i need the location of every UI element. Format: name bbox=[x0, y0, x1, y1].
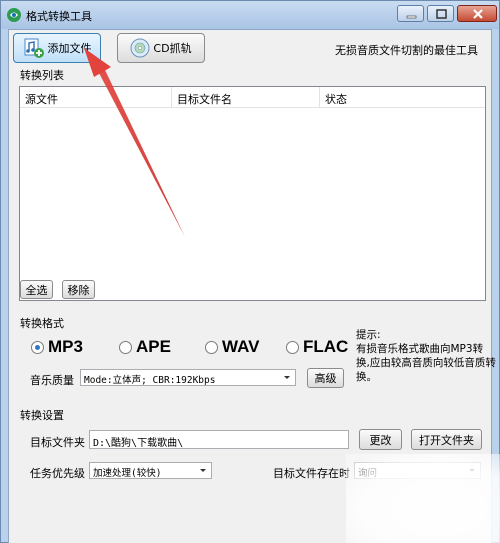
dropdown-arrow-icon bbox=[284, 376, 290, 379]
add-music-icon bbox=[24, 38, 44, 58]
select-all-label: 全选 bbox=[25, 283, 48, 297]
target-folder-label: 目标文件夹 bbox=[30, 436, 85, 449]
maximize-icon bbox=[436, 9, 447, 19]
quality-label: 音乐质量 bbox=[30, 374, 74, 387]
close-icon bbox=[473, 9, 483, 19]
radio-ape[interactable] bbox=[119, 341, 132, 354]
maximize-button[interactable] bbox=[427, 5, 454, 22]
format-section-label: 转换格式 bbox=[20, 317, 64, 330]
conversion-list-label: 转换列表 bbox=[20, 69, 64, 82]
advanced-label: 高级 bbox=[314, 372, 337, 385]
hint-box: 提示: 有损音乐格式歌曲向MP3转换,应由较高音质向较低音质转换。 bbox=[356, 328, 496, 384]
watermark-blur bbox=[346, 454, 500, 543]
quality-value: Mode:立体声; CBR:192Kbps bbox=[84, 375, 216, 386]
app-window: 格式转换工具 添加文件 CD抓轨 无损音质文件切割的最佳工具 转换列表 源文件 … bbox=[0, 0, 500, 543]
column-header-status[interactable]: 状态 bbox=[320, 87, 485, 108]
column-header-target[interactable]: 目标文件名 bbox=[172, 87, 320, 108]
radio-flac[interactable] bbox=[286, 341, 299, 354]
cd-rip-button[interactable]: CD抓轨 bbox=[117, 33, 205, 63]
change-button[interactable]: 更改 bbox=[359, 429, 402, 450]
radio-mp3[interactable] bbox=[31, 341, 44, 354]
file-exists-label: 目标文件存在时 bbox=[273, 467, 350, 480]
conversion-list[interactable]: 源文件 目标文件名 状态 bbox=[19, 86, 486, 301]
priority-value: 加速处理(较快) bbox=[93, 468, 162, 479]
radio-label-flac[interactable]: FLAC bbox=[303, 337, 348, 357]
window-title: 格式转换工具 bbox=[26, 10, 92, 23]
select-all-button[interactable]: 全选 bbox=[20, 280, 53, 299]
radio-label-ape[interactable]: APE bbox=[136, 337, 171, 357]
target-folder-value: D:\酷狗\下载歌曲\ bbox=[93, 438, 184, 449]
cd-rip-label: CD抓轨 bbox=[153, 42, 192, 55]
hint-title: 提示: bbox=[356, 329, 381, 341]
remove-button[interactable]: 移除 bbox=[62, 280, 95, 299]
column-header-source[interactable]: 源文件 bbox=[20, 87, 172, 108]
hint-text: 有损音乐格式歌曲向MP3转换,应由较高音质向较低音质转换。 bbox=[356, 343, 496, 383]
remove-label: 移除 bbox=[67, 283, 90, 297]
priority-label: 任务优先级 bbox=[30, 467, 85, 480]
dropdown-arrow-icon bbox=[200, 469, 206, 472]
tagline: 无损音质文件切割的最佳工具 bbox=[335, 44, 478, 57]
target-folder-input[interactable]: D:\酷狗\下载歌曲\ bbox=[89, 430, 349, 449]
priority-dropdown[interactable]: 加速处理(较快) bbox=[89, 462, 212, 479]
radio-wav[interactable] bbox=[205, 341, 218, 354]
app-icon bbox=[7, 8, 21, 22]
minimize-button[interactable] bbox=[397, 5, 424, 22]
radio-label-wav[interactable]: WAV bbox=[222, 337, 259, 357]
open-folder-label: 打开文件夹 bbox=[419, 433, 474, 447]
change-label: 更改 bbox=[369, 433, 392, 447]
title-bar[interactable]: 格式转换工具 bbox=[1, 1, 499, 29]
add-file-button[interactable]: 添加文件 bbox=[13, 33, 101, 63]
add-file-label: 添加文件 bbox=[47, 42, 92, 55]
settings-section-label: 转换设置 bbox=[20, 409, 64, 422]
open-folder-button[interactable]: 打开文件夹 bbox=[411, 429, 482, 450]
quality-dropdown[interactable]: Mode:立体声; CBR:192Kbps bbox=[80, 369, 296, 386]
advanced-button[interactable]: 高级 bbox=[307, 368, 344, 388]
close-button[interactable] bbox=[457, 5, 497, 22]
radio-label-mp3[interactable]: MP3 bbox=[48, 337, 83, 357]
minimize-icon bbox=[406, 15, 417, 19]
cd-icon bbox=[130, 38, 150, 58]
